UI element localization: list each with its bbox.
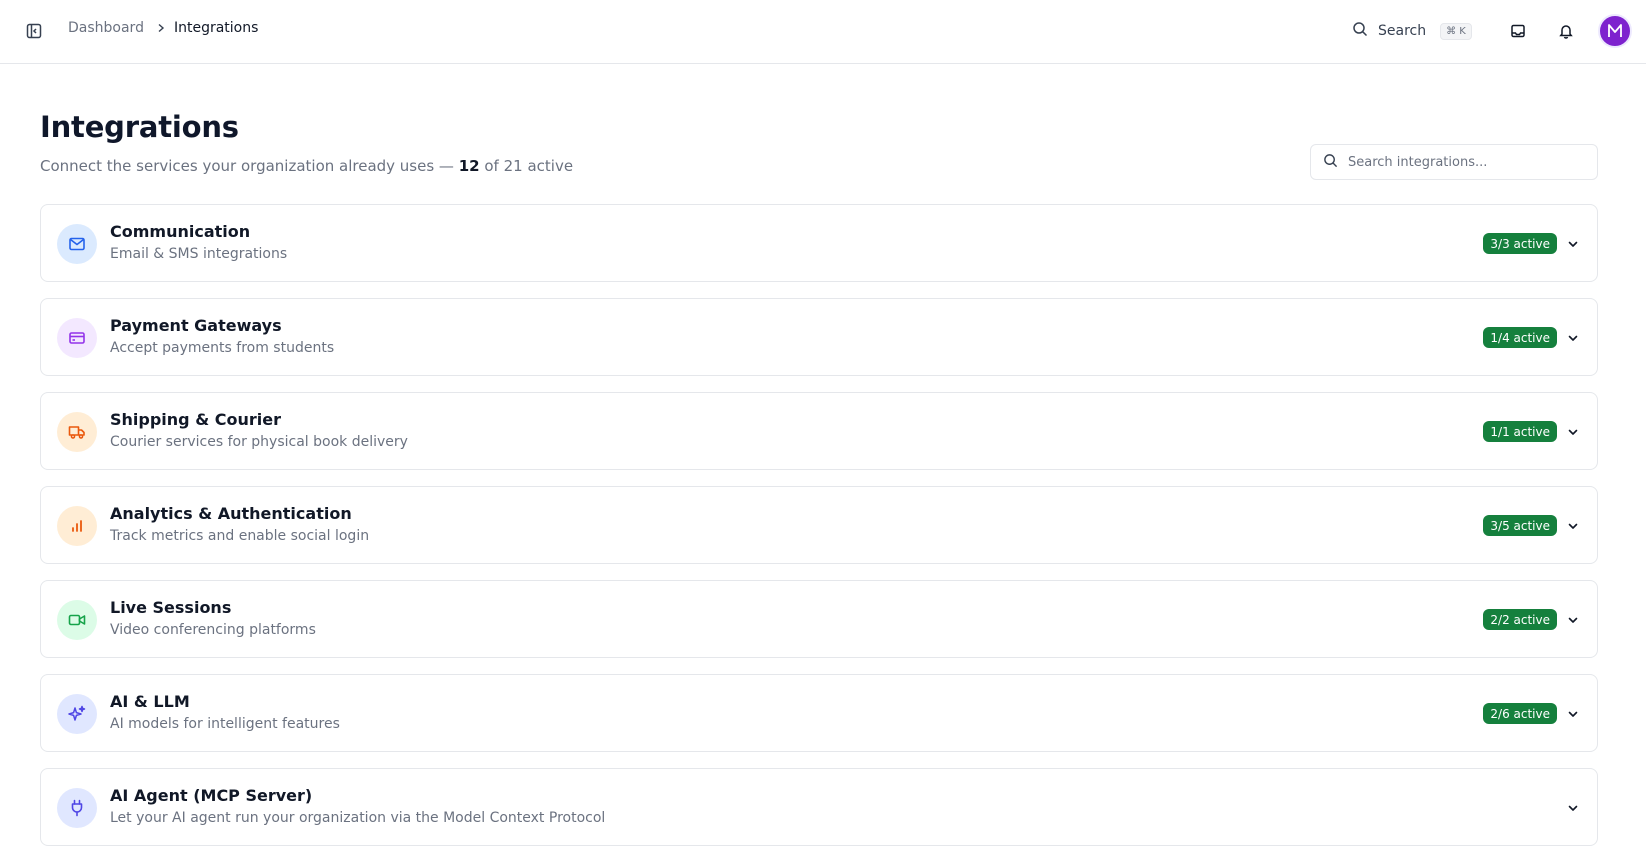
search-integrations-input[interactable] xyxy=(1348,154,1588,170)
search-icon xyxy=(1352,21,1368,41)
category-description: AI models for intelligent features xyxy=(110,716,340,732)
chevron-down-icon[interactable] xyxy=(1565,800,1581,816)
active-count-badge: 3/5 active xyxy=(1483,515,1557,536)
integration-category-card[interactable]: Communication Email & SMS integrations 3/3… xyxy=(40,204,1598,282)
credit-card-icon xyxy=(57,318,97,358)
subtitle-suffix: of 21 active xyxy=(484,157,574,175)
breadcrumb-current: Integrations xyxy=(173,20,259,36)
active-count: 12 xyxy=(458,157,480,175)
top-bar: Dashboard Integrations Search ⌘ K xyxy=(0,0,1646,64)
breadcrumb: Dashboard Integrations xyxy=(68,20,258,36)
integration-category-card[interactable]: Analytics & Authentication Track metrics … xyxy=(40,486,1598,564)
chevron-down-icon[interactable] xyxy=(1565,330,1581,346)
plug-icon xyxy=(57,788,97,828)
video-icon xyxy=(57,600,97,640)
chevron-right-icon xyxy=(156,23,166,33)
category-name: Payment Gateways xyxy=(110,316,282,335)
category-description: Track metrics and enable social login xyxy=(110,528,370,544)
category-name: Shipping & Courier xyxy=(110,410,281,429)
global-search-button[interactable]: Search ⌘ K xyxy=(1352,18,1472,44)
integrations-search xyxy=(1310,144,1598,180)
chevron-down-icon[interactable] xyxy=(1565,236,1581,252)
chevron-down-icon[interactable] xyxy=(1565,424,1581,440)
active-count-badge: 1/4 active xyxy=(1483,327,1557,348)
category-description: Let your AI agent run your organization … xyxy=(110,810,606,826)
integration-category-card[interactable]: AI & LLM AI models for intelligent featur… xyxy=(40,674,1598,752)
search-shortcut: ⌘ K xyxy=(1440,22,1472,40)
active-count-badge: 3/3 active xyxy=(1483,233,1557,254)
category-name: AI Agent (MCP Server) xyxy=(110,786,313,805)
chevron-down-icon[interactable] xyxy=(1565,706,1581,722)
search-label: Search xyxy=(1378,23,1427,39)
chevron-down-icon[interactable] xyxy=(1565,518,1581,534)
category-name: Live Sessions xyxy=(110,598,232,617)
category-description: Video conferencing platforms xyxy=(110,622,316,638)
category-description: Email & SMS integrations xyxy=(110,246,288,262)
bar-chart-icon xyxy=(57,506,97,546)
category-name: AI & LLM xyxy=(110,692,190,711)
integration-category-card[interactable]: Shipping & Courier Courier services for p… xyxy=(40,392,1598,470)
category-description: Courier services for physical book deliv… xyxy=(110,434,408,450)
category-name: Communication xyxy=(110,222,251,241)
integration-category-card[interactable]: Live Sessions Video conferencing platform… xyxy=(40,580,1598,658)
page-subtitle: Connect the services your organization a… xyxy=(40,157,573,175)
page-title: Integrations xyxy=(40,110,239,144)
chevron-down-icon[interactable] xyxy=(1565,612,1581,628)
sparkles-icon xyxy=(57,694,97,734)
mail-icon xyxy=(57,224,97,264)
category-description: Accept payments from students xyxy=(110,340,335,356)
sidebar-toggle-icon[interactable] xyxy=(24,21,44,41)
user-avatar[interactable] xyxy=(1598,14,1632,48)
search-icon xyxy=(1323,153,1338,172)
subtitle-prefix: Connect the services your organization a… xyxy=(40,157,454,175)
truck-icon xyxy=(57,412,97,452)
integration-categories: Communication Email & SMS integrations 3/3… xyxy=(40,204,1598,862)
bell-icon[interactable] xyxy=(1556,21,1576,41)
active-count-badge: 1/1 active xyxy=(1483,421,1557,442)
active-count-badge: 2/6 active xyxy=(1483,703,1557,724)
integration-category-card[interactable]: AI Agent (MCP Server) Let your AI agent r… xyxy=(40,768,1598,846)
category-name: Analytics & Authentication xyxy=(110,504,352,523)
integration-category-card[interactable]: Payment Gateways Accept payments from stu… xyxy=(40,298,1598,376)
breadcrumb-dashboard-link[interactable]: Dashboard xyxy=(68,20,144,36)
active-count-badge: 2/2 active xyxy=(1483,609,1557,630)
inbox-icon[interactable] xyxy=(1508,21,1528,41)
